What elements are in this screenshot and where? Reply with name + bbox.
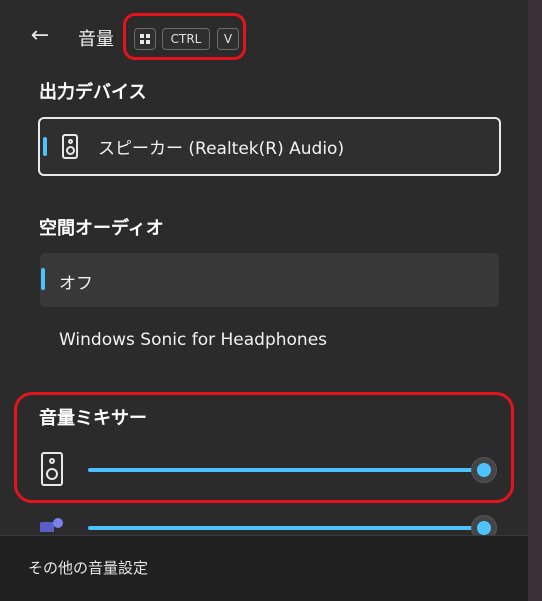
spatial-audio-heading: 空間オーディオ [39,218,164,239]
output-device-selector[interactable]: スピーカー (Realtek(R) Audio) [38,117,501,176]
app-volume-slider[interactable] [88,526,484,530]
volume-mixer-heading: 音量ミキサー [39,408,147,429]
flyout-header: ← 音量 CTRL V [0,0,528,72]
selection-indicator [43,137,47,156]
spatial-option-windows-sonic[interactable]: Windows Sonic for Headphones [59,330,327,350]
volume-flyout: ← 音量 CTRL V 出力デバイス スピーカー (Realtek(R) Aud… [0,0,529,601]
selection-indicator [41,268,45,290]
windows-logo-icon [140,34,150,44]
shortcut-highlight: CTRL V [123,13,246,60]
page-title: 音量 [78,29,114,50]
footer: その他の音量設定 [0,535,528,601]
teams-icon[interactable] [40,518,66,532]
device-label: スピーカー (Realtek(R) Audio) [98,139,345,159]
slider-thumb[interactable] [471,457,497,483]
window-edge [528,0,542,601]
mixer-volume-slider[interactable] [88,468,484,472]
output-device-heading: 出力デバイス [39,82,147,103]
speaker-icon[interactable] [41,452,63,486]
ctrl-key: CTRL [162,28,210,50]
option-label: オフ [59,274,93,294]
v-key: V [217,28,239,50]
speaker-icon [62,134,78,159]
more-volume-settings-link[interactable]: その他の音量設定 [28,557,148,578]
windows-key [134,28,156,50]
spatial-option-off[interactable]: オフ [40,253,499,307]
back-arrow-icon[interactable]: ← [26,22,54,50]
